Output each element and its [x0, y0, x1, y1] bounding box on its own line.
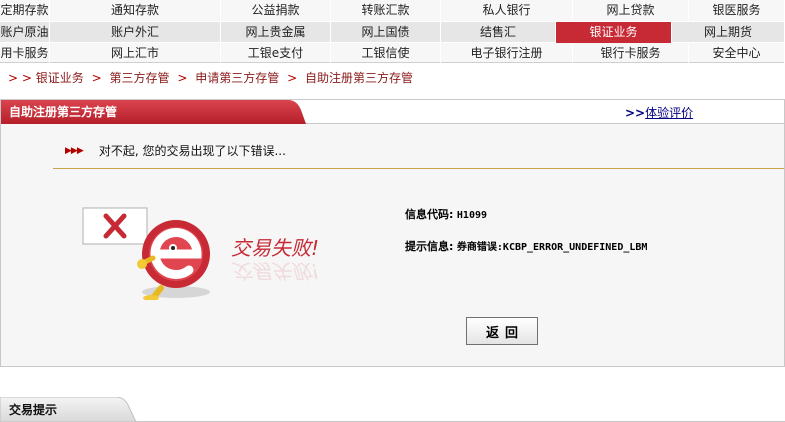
tips-title: 交易提示 [9, 403, 58, 417]
feedback-link-text[interactable]: 体验评价 [645, 106, 693, 120]
info-code: 信息代码: H1099 [405, 206, 487, 222]
info-tip-label: 提示信息: [405, 240, 454, 253]
back-button[interactable]: 返回 [466, 317, 538, 345]
error-panel: 自助注册第三方存管 >>体验评价 ▶▶▶ 对不起, 您的交易出现了以下错误... [0, 99, 785, 367]
red-triangle-bullets-icon: ▶▶▶ [65, 145, 84, 156]
info-tip: 提示信息: 券商错误:KCBP_ERROR_UNDEFINED_LBM [405, 238, 647, 254]
error-message-row: ▶▶▶ 对不起, 您的交易出现了以下错误... [65, 142, 286, 158]
panel-header: 自助注册第三方存管 >>体验评价 [1, 100, 784, 124]
message-divider [53, 168, 784, 169]
breadcrumb-separator: > [91, 71, 102, 85]
nav-item-ebank-register[interactable]: 电子银行注册 [441, 43, 573, 64]
nav-item-fx-market[interactable]: 网上汇市 [50, 43, 221, 64]
panel-title: 自助注册第三方存管 [9, 105, 118, 119]
nav-item-precious-metal[interactable]: 网上贵金属 [221, 22, 331, 43]
error-message: 对不起, 您的交易出现了以下错误... [98, 144, 286, 158]
info-code-value: H1099 [456, 210, 488, 221]
nav-item-futures[interactable]: 网上期货 [672, 22, 785, 43]
breadcrumb-item-third-party[interactable]: 第三方存管 [110, 71, 170, 85]
nav-item-card-service[interactable]: 用卡服务 [0, 43, 50, 64]
top-navigation: 定期存款 通知存款 公益捐款 转账汇款 私人银行 网上贷款 银医服务 账户原油 … [0, 0, 785, 64]
failure-text: 交易失败! [231, 236, 320, 260]
nav-item-security-center[interactable]: 安全中心 [689, 43, 785, 64]
transaction-tips-section: 交易提示 [0, 397, 785, 422]
breadcrumb-item-bank-securities[interactable]: 银证业务 [36, 71, 84, 85]
breadcrumb-item-apply[interactable]: 申请第三方存管 [195, 71, 279, 85]
panel-title-tab: 自助注册第三方存管 [1, 100, 306, 124]
feedback-arrow: >> [625, 106, 646, 120]
red-x-card-icon [82, 207, 210, 300]
breadcrumb-prefix: > > [8, 71, 32, 85]
nav-item-forex-account[interactable]: 账户外汇 [50, 22, 221, 43]
nav-item-notice-deposit[interactable]: 通知存款 [50, 0, 221, 21]
breadcrumb-separator: > [177, 71, 188, 85]
info-tip-value: 券商错误:KCBP_ERROR_UNDEFINED_LBM [456, 242, 648, 253]
nav-item-messenger[interactable]: 工银信使 [331, 43, 441, 64]
nav-item-time-deposit[interactable]: 定期存款 [0, 0, 50, 21]
breadcrumb: > > 银证业务 > 第三方存管 > 申请第三方存管 > 自助注册第三方存管 [8, 70, 413, 86]
nav-row-3: 用卡服务 网上汇市 工银e支付 工银信使 电子银行注册 银行卡服务 安全中心 [0, 42, 785, 64]
nav-item-donation[interactable]: 公益捐款 [221, 0, 331, 21]
nav-item-fx-settlement[interactable]: 结售汇 [441, 22, 556, 43]
nav-item-e-pay[interactable]: 工银e支付 [221, 43, 331, 64]
failure-text-reflection: 交易失败! [231, 259, 320, 283]
failure-illustration: 交易失败! 交易失败! [81, 204, 351, 300]
nav-item-online-loan[interactable]: 网上贷款 [573, 0, 689, 21]
nav-item-transfer[interactable]: 转账汇款 [331, 0, 441, 21]
nav-row-2: 账户原油 账户外汇 网上贵金属 网上国债 结售汇 银证业务 网上期货 [0, 21, 785, 43]
nav-item-bankcard-service[interactable]: 银行卡服务 [573, 43, 689, 64]
nav-row-1: 定期存款 通知存款 公益捐款 转账汇款 私人银行 网上贷款 银医服务 [0, 0, 785, 21]
info-code-label: 信息代码: [405, 208, 454, 221]
nav-item-medical-service[interactable]: 银医服务 [689, 0, 785, 21]
nav-item-treasury-bond[interactable]: 网上国债 [331, 22, 441, 43]
feedback-link[interactable]: >>体验评价 [625, 104, 693, 121]
breadcrumb-separator: > [287, 71, 298, 85]
nav-item-crude-oil[interactable]: 账户原油 [0, 22, 50, 43]
nav-item-private-banking[interactable]: 私人银行 [441, 0, 573, 21]
breadcrumb-item-self-register[interactable]: 自助注册第三方存管 [305, 71, 413, 85]
nav-item-bank-securities[interactable]: 银证业务 [556, 22, 672, 43]
